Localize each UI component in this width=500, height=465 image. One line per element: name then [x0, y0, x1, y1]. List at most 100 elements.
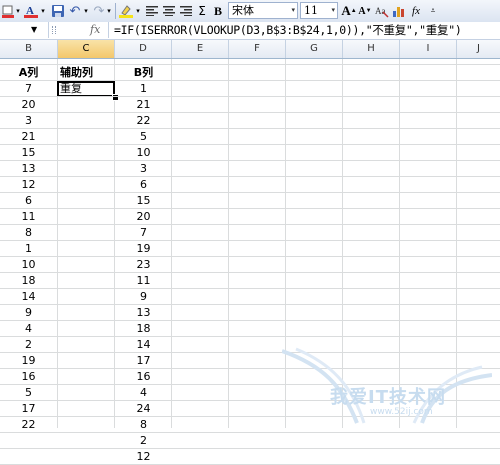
cell-col-b[interactable]: 2	[115, 433, 172, 449]
cell-col-a[interactable]: 3	[0, 113, 57, 129]
cell-header-a[interactable]: A列	[0, 65, 57, 81]
cell-col-a[interactable]: 18	[0, 273, 57, 289]
cell-col-a[interactable]: 2	[0, 337, 57, 353]
cell-col-b[interactable]: 5	[115, 129, 172, 145]
cell-col-a[interactable]: 10	[0, 257, 57, 273]
cell-col-b[interactable]: 17	[115, 353, 172, 369]
cell-col-b[interactable]: 10	[115, 145, 172, 161]
cell-col-b[interactable]: 8	[115, 417, 172, 433]
cell-col-a[interactable]: 6	[0, 193, 57, 209]
cell-col-b[interactable]: 21	[115, 97, 172, 113]
font-name-select[interactable]: 宋体 ▾	[228, 2, 298, 19]
cell-col-b[interactable]: 4	[115, 385, 172, 401]
column-header-b[interactable]: B	[0, 40, 58, 58]
cell-col-a[interactable]: 9	[0, 305, 57, 321]
cell-col-a[interactable]: 4	[0, 321, 57, 337]
clear-format-icon[interactable]: Aa	[375, 3, 389, 19]
cell-col-a[interactable]: 12	[0, 177, 57, 193]
cell-col-a[interactable]: 14	[0, 289, 57, 305]
cell-col-a[interactable]: 22	[0, 417, 57, 433]
align-right-icon[interactable]	[179, 3, 193, 19]
cell-col-b[interactable]: 23	[115, 257, 172, 273]
font-color-icon[interactable]: A	[24, 3, 38, 19]
align-left-icon[interactable]	[145, 3, 159, 19]
cell-col-b[interactable]: 12	[115, 449, 172, 465]
column-header-g[interactable]: G	[286, 40, 343, 58]
insert-function-button[interactable]: fx	[409, 3, 423, 19]
column-header-c[interactable]: C	[58, 40, 115, 58]
formula-divider	[108, 22, 109, 38]
cell-col-a[interactable]: 7	[0, 81, 57, 97]
cell-col-b[interactable]: 24	[115, 401, 172, 417]
cell-col-a[interactable]: 17	[0, 401, 57, 417]
cell-col-b[interactable]: 11	[115, 273, 172, 289]
cell-col-a[interactable]: 19	[0, 353, 57, 369]
formula-bar: ▼ fx =IF(ISERROR(VLOOKUP(D3,B$3:B$24,1,0…	[0, 22, 500, 40]
font-size-select[interactable]: 11 ▾	[300, 2, 338, 19]
cell-col-b[interactable]: 18	[115, 321, 172, 337]
align-center-icon[interactable]	[162, 3, 176, 19]
cell-col-b[interactable]: 6	[115, 177, 172, 193]
column-header-e[interactable]: E	[172, 40, 229, 58]
cell-col-a[interactable]: 16	[0, 369, 57, 385]
bold-button[interactable]: B	[212, 3, 224, 19]
column-header-i[interactable]: I	[400, 40, 457, 58]
chevron-down-icon[interactable]: ▾	[39, 3, 47, 19]
chevron-down-icon[interactable]: ▼	[31, 22, 37, 38]
cell-col-b[interactable]: 20	[115, 209, 172, 225]
highlight-icon[interactable]	[118, 3, 134, 19]
cell-helper[interactable]: 重复	[58, 81, 115, 97]
chevron-down-icon[interactable]: ▾	[14, 3, 22, 19]
cell-col-b[interactable]: 14	[115, 337, 172, 353]
grid-line	[0, 384, 500, 385]
grid-line	[0, 192, 500, 193]
cell-col-b[interactable]: 1	[115, 81, 172, 97]
cell-header-helper[interactable]: 辅助列	[58, 65, 115, 81]
fill-color-icon[interactable]	[2, 3, 14, 19]
formula-input[interactable]: =IF(ISERROR(VLOOKUP(D3,B$3:B$24,1,0)),"不…	[114, 22, 462, 38]
chevron-down-icon[interactable]: ▾	[105, 3, 113, 19]
sheet-grid[interactable]: A列 辅助列 B列 7 重复 1 20 21 3 22 21 5 15 10 13 3 12 6 6 15 11 2…	[0, 59, 500, 465]
cell-col-a[interactable]: 1	[0, 241, 57, 257]
column-header-j[interactable]: J	[457, 40, 500, 58]
cell-col-b[interactable]: 7	[115, 225, 172, 241]
cell-col-a[interactable]: 15	[0, 145, 57, 161]
redo-icon[interactable]: ↷	[92, 3, 106, 19]
grid-line	[0, 400, 500, 401]
cell-col-b[interactable]: 9	[115, 289, 172, 305]
fx-icon[interactable]: fx	[90, 22, 100, 38]
name-box[interactable]	[0, 22, 49, 38]
column-header-d[interactable]: D	[115, 40, 172, 58]
cell-col-b[interactable]: 15	[115, 193, 172, 209]
undo-icon[interactable]: ↶	[68, 3, 82, 19]
cell-col-a[interactable]: 20	[0, 97, 57, 113]
column-header-f[interactable]: F	[229, 40, 286, 58]
chart-icon[interactable]	[391, 3, 407, 19]
shrink-font-button[interactable]: A ▼	[358, 3, 372, 19]
cell-col-b[interactable]: 16	[115, 369, 172, 385]
splitter-handle[interactable]	[52, 26, 56, 34]
grid-line	[0, 240, 500, 241]
autosum-button[interactable]: Σ	[196, 3, 208, 19]
grid-line	[399, 59, 400, 428]
cell-col-a[interactable]: 5	[0, 385, 57, 401]
column-header-h[interactable]: H	[343, 40, 400, 58]
cell-col-b[interactable]: 13	[115, 305, 172, 321]
svg-text:Aa: Aa	[375, 6, 386, 16]
cell-col-a[interactable]: 21	[0, 129, 57, 145]
cell-col-a[interactable]: 8	[0, 225, 57, 241]
grow-font-button[interactable]: A ▲	[341, 3, 356, 19]
cell-col-a[interactable]: 13	[0, 161, 57, 177]
grid-line	[0, 208, 500, 209]
cell-col-a[interactable]: 11	[0, 209, 57, 225]
cell-col-b[interactable]: 19	[115, 241, 172, 257]
chevron-down-icon[interactable]: ▾	[82, 3, 90, 19]
grid-line	[0, 96, 500, 97]
save-icon[interactable]	[50, 3, 66, 19]
cell-col-b[interactable]: 3	[115, 161, 172, 177]
cell-header-b[interactable]: B列	[115, 65, 172, 81]
cell-col-b[interactable]: 22	[115, 113, 172, 129]
grid-line	[0, 112, 500, 113]
chevron-down-icon[interactable]: ▾	[134, 3, 142, 19]
customize-toolbar-icon[interactable]: ⩡	[428, 3, 438, 19]
